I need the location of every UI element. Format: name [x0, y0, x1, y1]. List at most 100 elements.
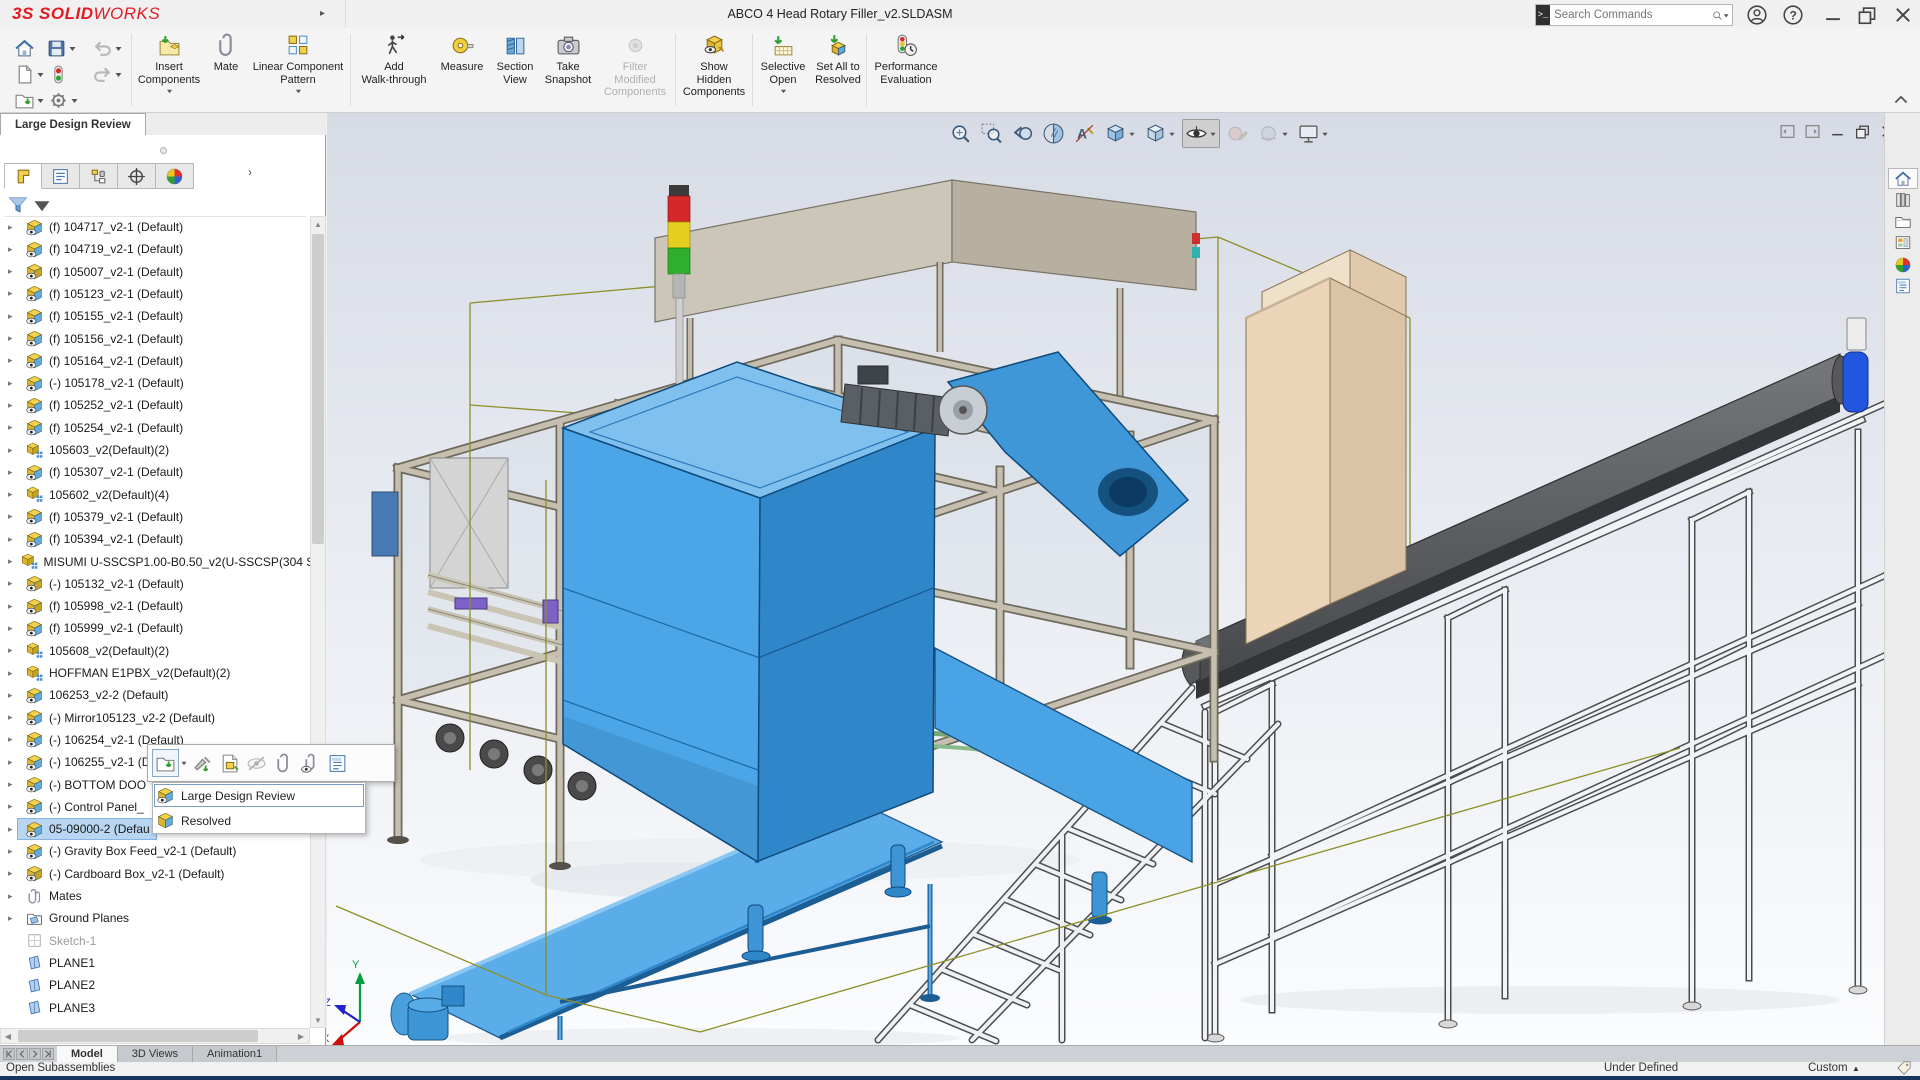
- tree-item[interactable]: PLANE3: [0, 997, 310, 1019]
- ctx-open-doc-button[interactable]: [152, 749, 179, 777]
- tree-item[interactable]: ▸ (-) Cardboard Box_v2-1 (Default): [0, 863, 310, 885]
- expand-arrow-icon[interactable]: ▸: [8, 824, 18, 835]
- expand-arrow-icon[interactable]: ▸: [8, 333, 18, 344]
- configuration-caret-icon[interactable]: ▲: [1852, 1064, 1860, 1073]
- doc-tab-model[interactable]: Model: [57, 1046, 118, 1062]
- qat-save-button[interactable]: [46, 38, 77, 59]
- expand-arrow-icon[interactable]: ▸: [8, 244, 18, 255]
- doc-minimize-icon[interactable]: [1829, 123, 1846, 140]
- ribbon-take-snapshot-button[interactable]: Take Snapshot: [540, 31, 596, 111]
- fm-tab-fm-dimxpert[interactable]: [118, 163, 156, 189]
- tree-item[interactable]: ▸ 106253_v2-2 (Default): [0, 684, 310, 706]
- side-device-blue[interactable]: [371, 491, 399, 557]
- qat-redo-button[interactable]: [92, 64, 123, 85]
- next-tab-icon[interactable]: [29, 1048, 41, 1060]
- search-input[interactable]: [1550, 9, 1713, 21]
- fm-tab-fm-props[interactable]: [42, 163, 80, 189]
- taskpane-tp-folder-button[interactable]: [1888, 211, 1918, 232]
- ctx-props-list-button[interactable]: [324, 749, 351, 777]
- tree-item[interactable]: ▸ (f) 105999_v2-1 (Default): [0, 617, 310, 639]
- last-tab-icon[interactable]: [42, 1048, 54, 1060]
- tree-item[interactable]: ▸ (-) 105178_v2-1 (Default): [0, 372, 310, 394]
- search-dropdown-icon[interactable]: [1723, 12, 1729, 19]
- filter-icon[interactable]: [8, 195, 28, 215]
- ribbon-selective-open-button[interactable]: Selective Open: [756, 31, 810, 111]
- expand-arrow-icon[interactable]: ▸: [8, 266, 18, 277]
- ribbon-section-view-button[interactable]: Section View: [492, 31, 538, 111]
- user-account-button[interactable]: [1746, 4, 1768, 26]
- ribbon-performance-button[interactable]: Performance Evaluation: [870, 31, 942, 111]
- ribbon-insert-components-button[interactable]: Insert Components: [138, 31, 200, 111]
- tree-item[interactable]: ▸ (-) Mirror105123_v2-2 (Default): [0, 707, 310, 729]
- tree-item[interactable]: ▸ (f) 105254_v2-1 (Default): [0, 417, 310, 439]
- ctx-open-dropdown-icon[interactable]: [179, 750, 189, 776]
- close-button[interactable]: [1892, 4, 1914, 26]
- headsup-hu-zoomfit-button[interactable]: [947, 120, 974, 147]
- tree-item[interactable]: ▸ (f) 105007_v2-1 (Default): [0, 261, 310, 283]
- expand-arrow-icon[interactable]: ▸: [8, 734, 18, 745]
- expand-arrow-icon[interactable]: ▸: [8, 757, 18, 768]
- ribbon-walk-through-button[interactable]: Add Walk-through: [356, 31, 432, 111]
- taskpane-tp-appearance-button[interactable]: [1888, 254, 1918, 275]
- tree-item[interactable]: ▸ (f) 105252_v2-1 (Default): [0, 394, 310, 416]
- ctx-set-resolved-ctx-button[interactable]: [189, 749, 216, 777]
- ctx-comp-props-button[interactable]: [216, 749, 243, 777]
- minimize-button[interactable]: [1822, 4, 1844, 26]
- ribbon-collapse-icon[interactable]: [1894, 94, 1908, 104]
- headsup-hu-monitor-button[interactable]: [1295, 120, 1331, 147]
- headsup-hu-zoomarea-button[interactable]: [978, 120, 1005, 147]
- ribbon-show-hidden-button[interactable]: Show Hidden Components: [678, 31, 750, 111]
- expand-arrow-icon[interactable]: ▸: [8, 422, 18, 433]
- taskpane-tp-props-button[interactable]: [1888, 276, 1918, 297]
- fm-tab-fm-config[interactable]: [80, 163, 118, 189]
- expand-arrow-icon[interactable]: ▸: [8, 445, 18, 456]
- headsup-hu-eye-button[interactable]: [1182, 119, 1220, 148]
- ribbon-set-resolved-button[interactable]: Set All to Resolved: [812, 31, 864, 111]
- headsup-hu-display-button[interactable]: [1142, 120, 1178, 147]
- qat-open-doc-button[interactable]: [14, 90, 45, 111]
- tree-item[interactable]: ▸ Ground Planes: [0, 907, 310, 929]
- ctx-view-mates-button[interactable]: [297, 749, 324, 777]
- expand-arrow-icon[interactable]: ▸: [8, 578, 18, 589]
- tree-item[interactable]: ▸ (f) 105998_v2-1 (Default): [0, 595, 310, 617]
- tree-item[interactable]: ▸ 105602_v2(Default)(4): [0, 484, 310, 506]
- headsup-hu-annot-button[interactable]: A: [1071, 120, 1098, 147]
- ctx-mate-button[interactable]: [270, 749, 297, 777]
- expand-arrow-icon[interactable]: ▸: [8, 891, 18, 902]
- 3d-scene[interactable]: Y X Z: [327, 113, 1884, 1045]
- tree-hscroll-thumb[interactable]: [18, 1030, 258, 1042]
- expand-arrow-icon[interactable]: ▸: [8, 355, 18, 366]
- configuration-label[interactable]: Custom: [1808, 1062, 1848, 1074]
- scroll-left-icon[interactable]: ◀: [1, 1030, 15, 1042]
- qat-gear-button[interactable]: [48, 90, 79, 111]
- headsup-hu-orient-button[interactable]: [1102, 120, 1138, 147]
- expand-arrow-icon[interactable]: ▸: [8, 489, 18, 500]
- restore-button[interactable]: [1856, 4, 1878, 26]
- expand-arrow-icon[interactable]: ▸: [8, 601, 18, 612]
- tree-item[interactable]: ▸ (f) 104719_v2-1 (Default): [0, 238, 310, 260]
- scroll-right-icon[interactable]: ▶: [294, 1030, 308, 1042]
- expand-arrow-icon[interactable]: ▸: [8, 222, 18, 233]
- expand-arrow-icon[interactable]: ▸: [8, 288, 18, 299]
- tree-item[interactable]: ▸ (f) 105307_v2-1 (Default): [0, 461, 310, 483]
- ribbon-linear-pattern-button[interactable]: Linear Component Pattern: [250, 31, 346, 111]
- taskpane-tp-home-button[interactable]: [1888, 168, 1918, 189]
- tree-item[interactable]: ▸ (f) 105156_v2-1 (Default): [0, 328, 310, 350]
- doc-restore-icon[interactable]: [1854, 123, 1871, 140]
- tree-item[interactable]: ▸ (f) 105155_v2-1 (Default): [0, 305, 310, 327]
- qat-home-button[interactable]: [14, 38, 35, 59]
- expand-arrow-icon[interactable]: ▸: [8, 779, 18, 790]
- help-button[interactable]: ?: [1782, 4, 1804, 26]
- context-menu-item-resolved[interactable]: Resolved: [153, 808, 365, 833]
- fm-tabs-overflow-icon[interactable]: ›: [248, 165, 252, 179]
- tag-icon[interactable]: [1896, 1060, 1912, 1076]
- previous-tab-icon[interactable]: [16, 1048, 28, 1060]
- tree-item[interactable]: ▸ HOFFMAN E1PBX_v2(Default)(2): [0, 662, 310, 684]
- qat-new-doc-button[interactable]: [14, 64, 45, 85]
- headsup-hu-prev-button[interactable]: [1009, 120, 1036, 147]
- graphics-viewport[interactable]: Y X Z A: [327, 113, 1884, 1045]
- tree-item[interactable]: ▸ (f) 105394_v2-1 (Default): [0, 528, 310, 550]
- headsup-hu-section-button[interactable]: [1040, 120, 1067, 147]
- doc-tab-animation1[interactable]: Animation1: [193, 1046, 278, 1062]
- taskpane-tp-library-button[interactable]: [1888, 190, 1918, 211]
